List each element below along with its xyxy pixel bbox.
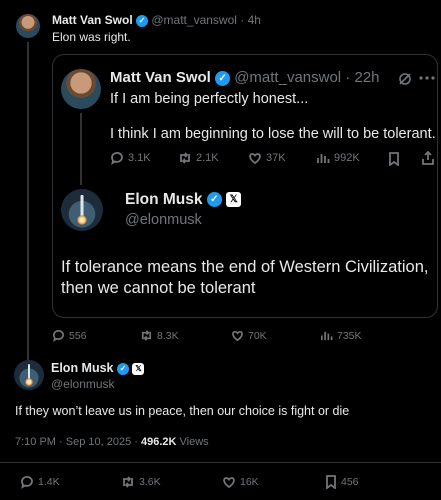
views-count: 496.2K [140, 436, 177, 448]
author-handle[interactable]: @matt_vanswol [234, 69, 341, 86]
avatar[interactable] [16, 14, 40, 38]
grok-icon[interactable] [398, 72, 412, 86]
quoted-tweet-card[interactable]: Matt Van Swol ✓ @matt_vanswol · 22h If I… [52, 54, 438, 318]
reply-icon [111, 152, 123, 165]
avatar[interactable] [61, 189, 103, 231]
bookmark-button[interactable]: 456 [325, 475, 359, 489]
x-affiliate-icon: 𝕏 [226, 192, 242, 208]
divider [0, 462, 441, 463]
author-handle[interactable]: @elonmusk [51, 377, 115, 391]
thread-line [80, 113, 82, 185]
reply-button[interactable]: 3.1K [110, 151, 151, 165]
views-icon [321, 331, 333, 341]
like-button[interactable]: 37K [248, 151, 286, 165]
repost-icon [123, 476, 133, 488]
heart-icon [249, 153, 261, 165]
avatar[interactable] [61, 69, 101, 109]
tweet-actions: 556 8.3K 70K 735K [52, 329, 432, 345]
verified-icon: ✓ [215, 70, 231, 86]
verified-icon: ✓ [136, 14, 149, 27]
tweet-text: If they won’t leave us in peace, then ou… [15, 404, 350, 418]
tweet-header: Elon Musk ✓ 𝕏 [51, 361, 145, 375]
reply-icon [53, 329, 64, 342]
more-icon[interactable] [419, 75, 435, 81]
reply-icon [21, 476, 33, 489]
heart-icon [232, 330, 243, 342]
repost-icon [180, 152, 190, 164]
tweet-text-line: If I am being perfectly honest... [110, 91, 309, 107]
x-affiliate-icon: 𝕏 [132, 362, 145, 375]
tweet-header: Elon Musk ✓ 𝕏 [125, 191, 242, 209]
author-name[interactable]: Elon Musk [125, 191, 203, 208]
thread-line [27, 42, 29, 370]
views-icon [317, 154, 330, 163]
author-handle[interactable]: @matt_vanswol [151, 13, 237, 27]
tweet-text-line: I think I am beginning to lose the will … [110, 126, 436, 142]
views-button[interactable]: 735K [320, 329, 362, 342]
views-button[interactable]: 992K [316, 151, 360, 165]
tweet-text: Elon was right. [52, 30, 131, 44]
author-name[interactable]: Elon Musk [51, 361, 114, 375]
repost-button[interactable]: 3.6K [121, 475, 161, 489]
tweet-time[interactable]: 4h [248, 13, 261, 27]
tweet-header: Matt Van Swol ✓ @matt_vanswol · 4h [52, 13, 261, 27]
share-icon[interactable] [421, 151, 435, 165]
tweet-time[interactable]: 22h [354, 69, 379, 86]
avatar[interactable] [14, 360, 44, 390]
verified-icon: ✓ [206, 192, 222, 208]
repost-button[interactable]: 2.1K [178, 151, 219, 165]
like-button[interactable]: 16K [222, 475, 259, 489]
heart-icon [223, 477, 235, 489]
repost-button[interactable]: 8.3K [140, 329, 179, 342]
views-label: Views [176, 436, 209, 448]
like-button[interactable]: 70K [231, 329, 267, 342]
reply-button[interactable]: 556 [52, 329, 87, 342]
author-handle[interactable]: @elonmusk [125, 212, 202, 228]
tweet-meta: 7:10 PM · Sep 10, 2025 · 496.2K Views [15, 436, 209, 448]
reply-button[interactable]: 1.4K [20, 475, 60, 489]
tweet-actions: 1.4K 3.6K 16K 456 [20, 475, 440, 491]
tweet-text: If tolerance means the end of Western Ci… [61, 258, 429, 297]
verified-icon: ✓ [117, 362, 129, 375]
author-name[interactable]: Matt Van Swol [110, 69, 211, 86]
tweet-actions: 3.1K 2.1K 37K 992K [110, 151, 440, 169]
repost-icon [141, 330, 152, 341]
author-name[interactable]: Matt Van Swol [52, 13, 133, 27]
bookmark-icon[interactable] [388, 152, 400, 166]
bookmark-icon [326, 475, 336, 489]
tweet-header: Matt Van Swol ✓ @matt_vanswol · 22h [110, 69, 380, 86]
timestamp[interactable]: 7:10 PM · Sep 10, 2025 · [15, 436, 141, 448]
